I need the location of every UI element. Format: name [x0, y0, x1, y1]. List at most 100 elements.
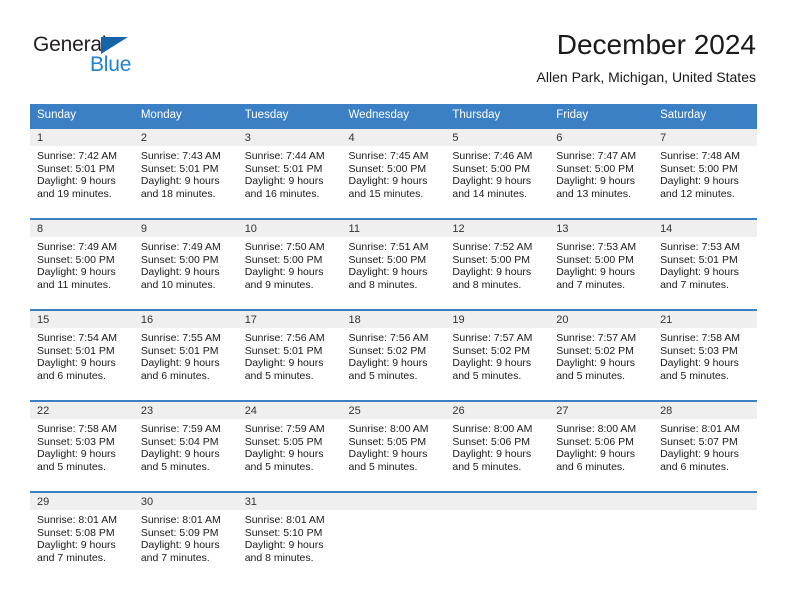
- sunset-text: Sunset: 5:00 PM: [660, 162, 738, 175]
- day-cell-inner: 22 Sunrise: 7:58 AM Sunset: 5:03 PM Dayligh…: [30, 402, 134, 491]
- calendar-day-cell[interactable]: 21 Sunrise: 7:58 AM Sunset: 5:03 PM Dayligh…: [653, 309, 757, 401]
- day-details: Sunrise: 7:52 AM Sunset: 5:00 PM Daylight:…: [445, 237, 549, 291]
- calendar-day-cell[interactable]: 22 Sunrise: 7:58 AM Sunset: 5:03 PM Dayligh…: [30, 400, 134, 492]
- day-details: Sunrise: 7:49 AM Sunset: 5:00 PM Daylight:…: [30, 237, 134, 291]
- day-details: Sunrise: 7:48 AM Sunset: 5:00 PM Daylight:…: [653, 146, 757, 200]
- day-number: 8: [30, 220, 134, 237]
- day-cell-inner: 8 Sunrise: 7:49 AM Sunset: 5:00 PM Daylight…: [30, 220, 134, 309]
- sunset-text: Sunset: 5:00 PM: [556, 162, 634, 175]
- day-details: Sunrise: 7:43 AM Sunset: 5:01 PM Daylight:…: [134, 146, 238, 200]
- day-number: 26: [445, 402, 550, 419]
- daylight-text: Daylight: 9 hours and 7 minutes.: [556, 266, 636, 291]
- day-cell-inner: [549, 493, 654, 582]
- daylight-text: Daylight: 9 hours and 8 minutes.: [348, 266, 428, 291]
- day-cell-inner: [653, 493, 757, 582]
- calendar-day-cell[interactable]: 18 Sunrise: 7:56 AM Sunset: 5:02 PM Dayligh…: [341, 309, 446, 401]
- weekday-header-friday: Friday: [549, 104, 654, 128]
- calendar-day-cell[interactable]: 28 Sunrise: 8:01 AM Sunset: 5:07 PM Dayligh…: [653, 400, 757, 492]
- daylight-text: Daylight: 9 hours and 13 minutes.: [556, 175, 636, 200]
- calendar-day-cell[interactable]: 5 Sunrise: 7:46 AM Sunset: 5:00 PM Daylight…: [445, 127, 550, 219]
- sunrise-text: Sunrise: 8:01 AM: [140, 514, 221, 526]
- calendar-day-cell[interactable]: 14 Sunrise: 7:53 AM Sunset: 5:01 PM Dayligh…: [653, 218, 757, 310]
- calendar-day-cell[interactable]: 12 Sunrise: 7:52 AM Sunset: 5:00 PM Dayligh…: [445, 218, 550, 310]
- day-number: 7: [653, 129, 757, 146]
- day-cell-inner: 7 Sunrise: 7:48 AM Sunset: 5:00 PM Daylight…: [653, 129, 757, 218]
- weekday-header: Sunday Monday Tuesday Wednesday Thursday Frid…: [30, 104, 757, 128]
- calendar-day-cell[interactable]: 23 Sunrise: 7:59 AM Sunset: 5:04 PM Dayligh…: [133, 400, 238, 492]
- calendar-day-cell[interactable]: 25 Sunrise: 8:00 AM Sunset: 5:05 PM Dayligh…: [341, 400, 446, 492]
- sunset-text: Sunset: 5:03 PM: [37, 435, 115, 448]
- sunrise-text: Sunrise: 7:48 AM: [660, 150, 741, 162]
- calendar-header-row: Sunday Monday Tuesday Wednesday Thursday Frid…: [30, 104, 757, 128]
- calendar-day-cell[interactable]: 19 Sunrise: 7:57 AM Sunset: 5:02 PM Dayligh…: [445, 309, 550, 401]
- day-number: 27: [549, 402, 654, 419]
- day-cell-inner: 30 Sunrise: 8:01 AM Sunset: 5:09 PM Dayligh…: [133, 493, 238, 582]
- calendar-day-cell[interactable]: 7 Sunrise: 7:48 AM Sunset: 5:00 PM Daylight…: [653, 127, 757, 219]
- day-number: 4: [341, 129, 446, 146]
- day-cell-inner: 18 Sunrise: 7:56 AM Sunset: 5:02 PM Dayligh…: [341, 311, 446, 400]
- day-cell-inner: 27 Sunrise: 8:00 AM Sunset: 5:06 PM Dayligh…: [549, 402, 654, 491]
- day-number: 12: [445, 220, 550, 237]
- day-number: 20: [549, 311, 654, 328]
- day-details: Sunrise: 8:01 AM Sunset: 5:07 PM Daylight:…: [653, 419, 757, 473]
- page-subtitle: Allen Park, Michigan, United States: [536, 69, 756, 85]
- daylight-text: Daylight: 9 hours and 8 minutes.: [244, 539, 324, 564]
- day-cell-inner: 12 Sunrise: 7:52 AM Sunset: 5:00 PM Dayligh…: [445, 220, 550, 309]
- day-number: 1: [30, 129, 134, 146]
- calendar-week-row: 8 Sunrise: 7:49 AM Sunset: 5:00 PM Daylight…: [30, 218, 757, 310]
- day-cell-inner: 10 Sunrise: 7:50 AM Sunset: 5:00 PM Dayligh…: [237, 220, 342, 309]
- calendar-day-cell[interactable]: 2 Sunrise: 7:43 AM Sunset: 5:01 PM Daylight…: [133, 127, 238, 219]
- sunset-text: Sunset: 5:00 PM: [244, 253, 323, 266]
- day-number: 16: [133, 311, 238, 328]
- calendar-day-cell[interactable]: 4 Sunrise: 7:45 AM Sunset: 5:00 PM Daylight…: [341, 127, 446, 219]
- calendar-day-cell[interactable]: 1 Sunrise: 7:42 AM Sunset: 5:01 PM Daylight…: [30, 127, 134, 219]
- general-blue-logo[interactable]: General Blue: [33, 33, 203, 81]
- calendar-day-cell[interactable]: 6 Sunrise: 7:47 AM Sunset: 5:00 PM Daylight…: [549, 127, 654, 219]
- day-number: 15: [30, 311, 134, 328]
- sunset-text: Sunset: 5:01 PM: [244, 344, 323, 357]
- calendar-day-cell[interactable]: 27 Sunrise: 8:00 AM Sunset: 5:06 PM Dayligh…: [549, 400, 654, 492]
- day-number: [445, 493, 550, 510]
- day-cell-inner: 19 Sunrise: 7:57 AM Sunset: 5:02 PM Dayligh…: [445, 311, 550, 400]
- day-details: Sunrise: 7:53 AM Sunset: 5:01 PM Daylight:…: [653, 237, 757, 291]
- calendar-day-cell[interactable]: 9 Sunrise: 7:49 AM Sunset: 5:00 PM Daylight…: [133, 218, 238, 310]
- calendar-day-cell[interactable]: 29 Sunrise: 8:01 AM Sunset: 5:08 PM Dayligh…: [30, 491, 134, 582]
- calendar-day-cell[interactable]: 3 Sunrise: 7:44 AM Sunset: 5:01 PM Daylight…: [237, 127, 342, 219]
- day-details: Sunrise: 7:50 AM Sunset: 5:00 PM Daylight:…: [238, 237, 342, 291]
- daylight-text: Daylight: 9 hours and 5 minutes.: [452, 448, 532, 473]
- sunset-text: Sunset: 5:07 PM: [660, 435, 738, 448]
- sunrise-text: Sunrise: 8:00 AM: [348, 423, 429, 435]
- sunset-text: Sunset: 5:00 PM: [348, 162, 427, 175]
- sunset-text: Sunset: 5:01 PM: [140, 162, 219, 175]
- calendar-day-cell[interactable]: 10 Sunrise: 7:50 AM Sunset: 5:00 PM Dayligh…: [237, 218, 342, 310]
- calendar-day-cell[interactable]: 30 Sunrise: 8:01 AM Sunset: 5:09 PM Dayligh…: [133, 491, 238, 582]
- sunset-text: Sunset: 5:06 PM: [556, 435, 634, 448]
- day-details: Sunrise: 7:46 AM Sunset: 5:00 PM Daylight:…: [445, 146, 549, 200]
- calendar-day-cell[interactable]: 24 Sunrise: 7:59 AM Sunset: 5:05 PM Dayligh…: [237, 400, 342, 492]
- sunset-text: Sunset: 5:01 PM: [37, 162, 115, 175]
- day-number: 14: [653, 220, 757, 237]
- sunrise-text: Sunrise: 8:01 AM: [37, 514, 117, 526]
- calendar-day-cell[interactable]: 20 Sunrise: 7:57 AM Sunset: 5:02 PM Dayligh…: [549, 309, 654, 401]
- calendar-day-cell[interactable]: 26 Sunrise: 8:00 AM Sunset: 5:06 PM Dayligh…: [445, 400, 550, 492]
- sunrise-text: Sunrise: 7:59 AM: [244, 423, 325, 435]
- calendar-day-cell[interactable]: 13 Sunrise: 7:53 AM Sunset: 5:00 PM Dayligh…: [549, 218, 654, 310]
- daylight-text: Daylight: 9 hours and 18 minutes.: [140, 175, 220, 200]
- daylight-text: Daylight: 9 hours and 5 minutes.: [37, 448, 116, 473]
- calendar-day-cell[interactable]: 11 Sunrise: 7:51 AM Sunset: 5:00 PM Dayligh…: [341, 218, 446, 310]
- calendar-day-cell[interactable]: 17 Sunrise: 7:56 AM Sunset: 5:01 PM Dayligh…: [237, 309, 342, 401]
- sunset-text: Sunset: 5:00 PM: [556, 253, 634, 266]
- sunrise-text: Sunrise: 8:01 AM: [660, 423, 741, 435]
- sunset-text: Sunset: 5:04 PM: [140, 435, 219, 448]
- calendar-day-cell[interactable]: 15 Sunrise: 7:54 AM Sunset: 5:01 PM Dayligh…: [30, 309, 134, 401]
- sunrise-text: Sunrise: 7:47 AM: [556, 150, 637, 162]
- daylight-text: Daylight: 9 hours and 19 minutes.: [37, 175, 116, 200]
- title-block: December 2024 Allen Park, Michigan, Unit…: [537, 28, 756, 86]
- calendar-day-cell-empty: [653, 491, 757, 582]
- day-cell-inner: 25 Sunrise: 8:00 AM Sunset: 5:05 PM Dayligh…: [341, 402, 446, 491]
- calendar-day-cell[interactable]: 16 Sunrise: 7:55 AM Sunset: 5:01 PM Dayligh…: [133, 309, 238, 401]
- calendar-day-cell[interactable]: 31 Sunrise: 8:01 AM Sunset: 5:10 PM Dayligh…: [237, 491, 342, 582]
- day-number: [549, 493, 654, 510]
- calendar-day-cell[interactable]: 8 Sunrise: 7:49 AM Sunset: 5:00 PM Daylight…: [30, 218, 134, 310]
- day-number: 30: [133, 493, 238, 510]
